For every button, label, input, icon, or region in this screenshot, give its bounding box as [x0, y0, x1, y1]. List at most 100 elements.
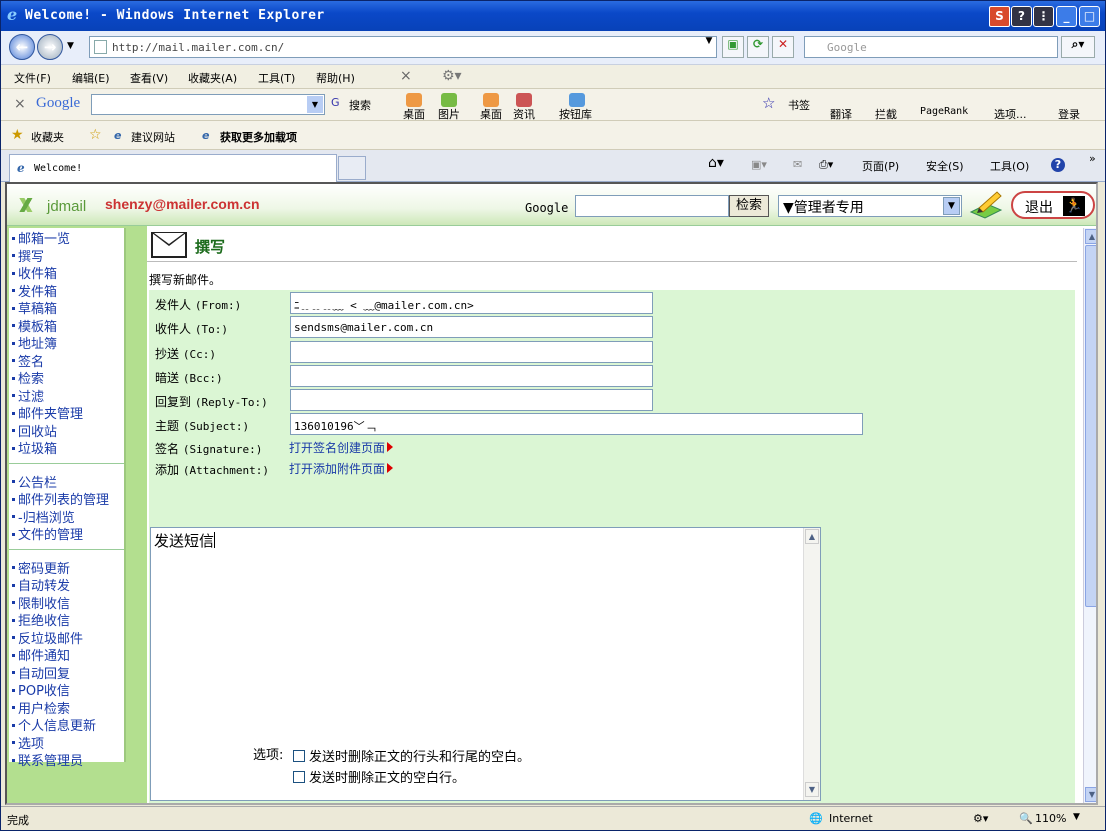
more-chevron-icon[interactable]: » — [1089, 152, 1096, 165]
forward-button[interactable]: → — [37, 34, 63, 60]
sidebar-item[interactable]: 限制收信 — [9, 593, 124, 612]
google-search-button[interactable]: 搜索 — [349, 97, 371, 113]
compose-pen-icon[interactable] — [967, 190, 1003, 220]
sidebar-item[interactable]: 个人信息更新 — [9, 715, 124, 734]
sidebar-item[interactable]: 联系管理员 — [9, 750, 124, 769]
scroll-down-arrow[interactable]: ▼ — [1085, 787, 1096, 802]
option-remove-blank-lines[interactable]: 发送时删除正文的空白行。 — [293, 767, 465, 786]
sidebar-item[interactable]: 密码更新 — [9, 558, 124, 577]
scroll-down-arrow[interactable]: ▼ — [805, 782, 819, 797]
checkbox[interactable] — [293, 750, 305, 762]
back-button[interactable]: ← — [9, 34, 35, 60]
close-toolbar-icon[interactable]: × — [400, 68, 412, 84]
sidebar-item[interactable]: 反垃圾邮件 — [9, 628, 124, 647]
sidebar-item[interactable]: 公告栏 — [9, 472, 124, 491]
sidebar-item[interactable]: 邮件夹管理 — [9, 403, 124, 422]
scroll-up-arrow[interactable]: ▲ — [1085, 229, 1096, 244]
sidebar-item[interactable]: 发件箱 — [9, 281, 124, 300]
menu-edit[interactable]: 编辑(E) — [72, 70, 110, 86]
header-search-input[interactable] — [575, 195, 729, 217]
page-scrollbar[interactable]: ▲ ▼ — [1083, 228, 1096, 803]
sidebar-item[interactable]: -归档浏览 — [9, 507, 124, 526]
cc-field[interactable] — [290, 341, 653, 363]
sidebar-item[interactable]: 选项 — [9, 733, 124, 752]
sidebar-item[interactable]: 文件的管理 — [9, 524, 124, 543]
zoom-level[interactable]: 110% — [1035, 812, 1066, 825]
gtb-item-images[interactable]: 图片 — [438, 106, 460, 122]
body-scrollbar[interactable]: ▲ ▼ — [803, 528, 820, 800]
sidebar-item[interactable]: 撰写 — [9, 246, 124, 265]
address-input[interactable]: http://mail.mailer.com.cn/ — [89, 36, 717, 58]
sidebar-item[interactable]: 拒绝收信 — [9, 610, 124, 629]
close-google-toolbar-icon[interactable]: × — [14, 96, 26, 112]
header-search-button[interactable]: 检索 — [729, 195, 769, 217]
attachment-link[interactable]: 打开添加附件页面 — [289, 460, 394, 477]
scroll-up-arrow[interactable]: ▲ — [805, 529, 819, 544]
safety-menu[interactable]: 安全(S) — [926, 158, 964, 174]
zoom-dropdown-icon[interactable]: ▼ — [1073, 812, 1080, 822]
s-app-icon[interactable]: S — [989, 6, 1010, 27]
gtb-popup-blocker[interactable]: 拦截 — [875, 106, 897, 122]
admin-select[interactable]: ▼管理者专用 ▼ — [778, 195, 962, 217]
logout-button[interactable]: 退出 🏃 — [1011, 191, 1095, 219]
gtb-translate[interactable]: 翻译 — [830, 106, 852, 122]
gtb-item-desktop-2[interactable]: 桌面 — [480, 106, 502, 122]
sidebar-item[interactable]: 垃圾箱 — [9, 438, 124, 457]
page-menu[interactable]: 页面(P) — [862, 158, 899, 174]
minimize-button[interactable]: _ — [1056, 6, 1077, 27]
gtb-item-desktop[interactable]: 桌面 — [403, 106, 425, 122]
history-dropdown-icon[interactable]: ▼ — [67, 41, 74, 51]
sidebar-item[interactable]: 自动回复 — [9, 663, 124, 682]
new-tab-button[interactable] — [338, 156, 366, 180]
sidebar-item[interactable]: POP收信 — [9, 680, 124, 699]
gtb-pagerank[interactable]: PageRank — [920, 106, 968, 117]
gtb-options[interactable]: 选项... — [994, 106, 1027, 122]
address-dropdown-icon[interactable]: ▼ — [701, 36, 717, 58]
sidebar-item[interactable]: 地址簿 — [9, 333, 124, 352]
menu-file[interactable]: 文件(F) — [14, 70, 51, 86]
add-favorite-icon[interactable]: ☆ — [89, 127, 102, 143]
home-icon[interactable]: ⌂▾ — [708, 155, 724, 171]
search-button[interactable]: ⌕▾ — [1061, 36, 1095, 58]
sidebar-item[interactable]: 回收站 — [9, 421, 124, 440]
search-input[interactable]: Google — [804, 36, 1058, 58]
sidebar-item[interactable]: 检索 — [9, 368, 124, 387]
stop-button[interactable]: ✕ — [772, 36, 794, 58]
bcc-field[interactable] — [290, 365, 653, 387]
translate-tool-icon[interactable]: ⚙▾ — [442, 68, 462, 84]
gtb-item-news[interactable]: 资讯 — [513, 106, 535, 122]
menu-tools[interactable]: 工具(T) — [258, 70, 295, 86]
menu-favorites[interactable]: 收藏夹(A) — [188, 70, 237, 86]
compat-view-icon[interactable]: ▣ — [722, 36, 744, 58]
menu-view[interactable]: 查看(V) — [130, 70, 168, 86]
sidebar-item[interactable]: 邮件列表的管理 — [9, 489, 124, 508]
sidebar-item[interactable]: 签名 — [9, 351, 124, 370]
from-field[interactable]: ﾆ﹎﹎﹎﹏ < ﹏@mailer.com.cn> — [290, 292, 653, 314]
protected-mode-icon[interactable]: ⚙▾ — [973, 812, 988, 825]
help-icon[interactable]: ? — [1011, 6, 1032, 27]
menu-dots-icon[interactable]: ⋮ — [1033, 6, 1054, 27]
menu-help[interactable]: 帮助(H) — [316, 70, 355, 86]
maximize-button[interactable]: □ — [1079, 6, 1100, 27]
checkbox[interactable] — [293, 771, 305, 783]
sidebar-item[interactable]: 自动转发 — [9, 575, 124, 594]
sidebar-item[interactable]: 用户检索 — [9, 698, 124, 717]
sidebar-item[interactable]: 草稿箱 — [9, 298, 124, 317]
favorites-button[interactable]: 收藏夹 — [31, 129, 64, 145]
sidebar-item[interactable]: 模板箱 — [9, 316, 124, 335]
sidebar-item[interactable]: 邮箱一览 — [9, 228, 124, 247]
feeds-icon[interactable]: ▣▾ — [751, 158, 767, 171]
scroll-thumb[interactable] — [1085, 245, 1096, 607]
gtb-bookmarks[interactable]: 书签 — [788, 97, 810, 113]
sidebar-item[interactable]: 过滤 — [9, 386, 124, 405]
help-circle-icon[interactable]: ? — [1051, 158, 1065, 172]
print-icon[interactable]: ⎙▾ — [819, 158, 833, 172]
sidebar-item[interactable]: 收件箱 — [9, 263, 124, 282]
subject-field[interactable]: 136010196﹀﹁ — [290, 413, 863, 435]
to-field[interactable]: sendsms@mailer.com.cn — [290, 316, 653, 338]
option-trim-whitespace[interactable]: 发送时删除正文的行头和行尾的空白。 — [293, 746, 530, 765]
replyto-field[interactable] — [290, 389, 653, 411]
refresh-button[interactable]: ⟳ — [747, 36, 769, 58]
mail-icon[interactable]: ✉ — [793, 158, 802, 171]
tab-welcome[interactable]: e Welcome! — [9, 154, 337, 182]
